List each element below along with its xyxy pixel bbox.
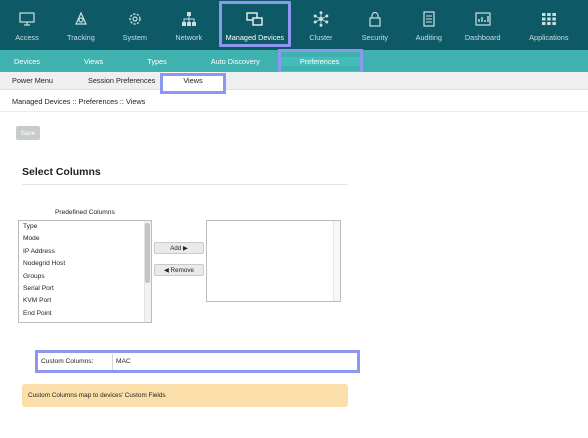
gear-icon [126,11,144,27]
nav-security[interactable]: Security [348,0,402,50]
nav-system-label: System [122,33,147,42]
apps-grid-icon [540,11,558,27]
lock-icon [366,11,384,27]
nav-applications[interactable]: Applications [510,0,588,50]
nav-tracking-label: Tracking [67,33,95,42]
save-button[interactable]: Save [16,126,40,140]
list-option[interactable]: Type [19,221,151,233]
list-option[interactable]: Nodegrid Host [19,258,151,270]
nav-managed-devices[interactable]: Managed Devices [216,0,294,50]
predefined-columns-list[interactable]: Type Mode IP Address Nodegrid Host Group… [18,220,152,323]
subnav-devices[interactable]: Devices [0,57,70,66]
cluster-icon [312,11,330,27]
nav-cluster[interactable]: Cluster [294,0,348,50]
nav-access-label: Access [15,33,39,42]
nav-security-label: Security [361,33,389,42]
custom-columns-input[interactable]: MAC [112,353,352,370]
nav-applications-label: Applications [529,33,569,42]
subnav-types[interactable]: Types [133,57,196,66]
list-option[interactable]: Serial Port [19,283,151,295]
subnav-auto-discovery[interactable]: Auto Discovery [197,57,280,66]
nav-dashboard[interactable]: Dashboard [456,0,510,50]
info-message: Custom Columns map to devices' Custom Fi… [22,384,348,407]
nav-auditing[interactable]: Auditing [402,0,456,50]
nav-auditing-label: Auditing [415,33,442,42]
list-scrollbar[interactable] [144,221,151,322]
list-option[interactable]: Groups [19,271,151,283]
nav-network[interactable]: Network [162,0,216,50]
top-nav: Access Tracking System Network Managed D… [0,0,588,50]
add-button[interactable]: Add ▶ [154,242,204,254]
nav-cluster-label: Cluster [309,33,333,42]
sub-nav: Devices Views Types Auto Discovery Prefe… [0,48,588,74]
predefined-columns-label: Predefined Columns [55,209,115,216]
section-divider [22,184,348,185]
custom-columns-row: Custom Columns: MAC [35,350,360,373]
subnav-preferences[interactable]: Preferences [277,48,364,74]
network-icon [180,11,198,27]
list-option[interactable]: IP Address [19,246,151,258]
list-option[interactable]: KVM Port [19,295,151,307]
selected-list-scrollbar[interactable] [333,221,340,301]
nav-access[interactable]: Access [0,0,54,50]
nav-dashboard-label: Dashboard [464,33,501,42]
divider [0,111,588,112]
nav-network-label: Network [175,33,203,42]
nav-system[interactable]: System [108,0,162,50]
nav-tracking[interactable]: Tracking [54,0,108,50]
list-option[interactable]: End Point [19,308,151,320]
remove-button[interactable]: ◀ Remove [154,264,204,276]
monitor-icon [18,11,36,27]
subnav-views[interactable]: Views [70,57,133,66]
selected-columns-list[interactable] [206,220,341,302]
section-title: Select Columns [22,166,101,178]
nav-managed-devices-label: Managed Devices [225,33,285,42]
list-scroll-thumb[interactable] [145,223,150,283]
breadcrumb: Managed Devices :: Preferences :: Views [12,97,146,106]
tab-session-preferences[interactable]: Session Preferences [77,76,163,85]
devices-icon [246,11,264,27]
tab-power-menu[interactable]: Power Menu [0,76,77,85]
document-icon [420,11,438,27]
tracking-icon [72,11,90,27]
custom-columns-label: Custom Columns: [41,358,94,365]
tab-views[interactable]: Views [160,71,227,94]
chart-icon [474,11,492,27]
tertiary-nav: Power Menu Session Preferences Views [0,71,588,94]
list-option[interactable]: Mode [19,233,151,245]
